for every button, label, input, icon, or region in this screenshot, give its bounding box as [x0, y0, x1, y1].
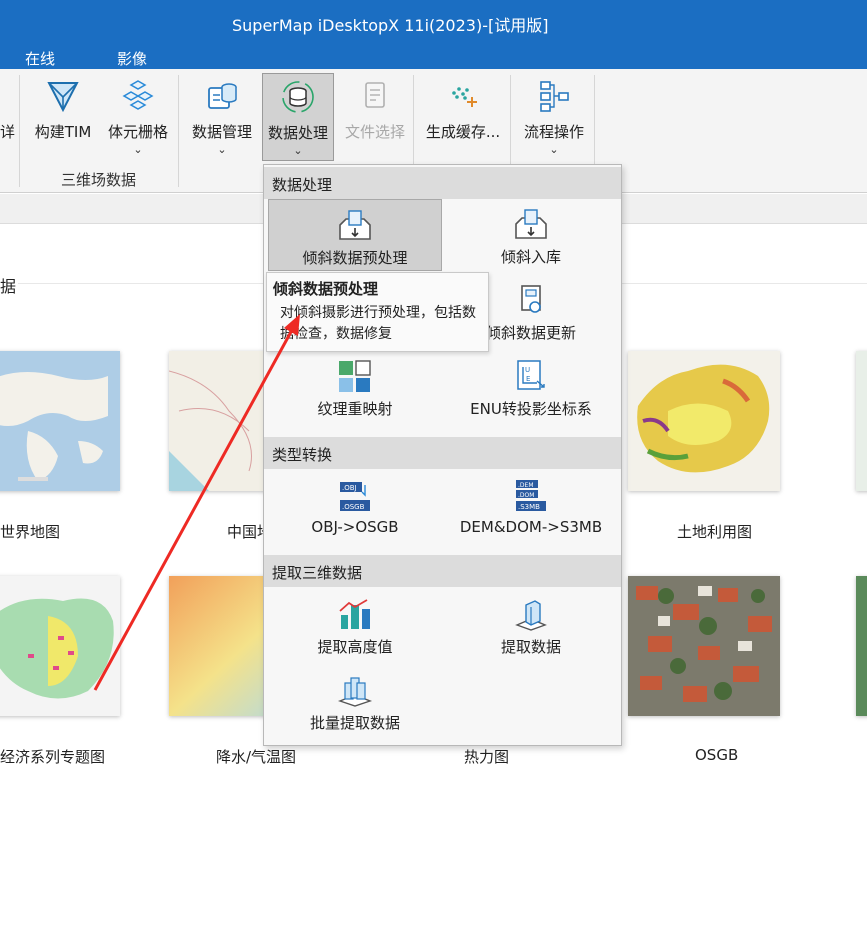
extract-data-label: 提取数据: [500, 638, 561, 656]
gen-cache-button[interactable]: 生成缓存...: [420, 73, 506, 161]
land-use-thumbnail[interactable]: [628, 351, 780, 491]
data-manage-icon: [208, 83, 237, 109]
dem-dom-s3mb-item[interactable]: .DEM .DOM .S3MB DEM&DOM->S3MB: [444, 471, 618, 543]
oblique-preprocess-icon: [339, 210, 371, 240]
menu-bar: 在线 影像: [0, 45, 867, 69]
file-select-label: 文件选择: [344, 123, 405, 141]
world-map-caption: 世界地图: [0, 523, 61, 541]
chevron-down-icon: ⌄: [217, 143, 227, 156]
texture-remap-label: 纹理重映射: [317, 400, 393, 418]
extract-data-icon: [515, 600, 547, 631]
osgb-icon-text: .OSGB: [342, 503, 365, 511]
dem-icon-text: .DEM: [518, 482, 534, 489]
title-bar: SuperMap iDesktopX 11i(2023)-[试用版]: [0, 0, 867, 45]
land-use-caption: 土地利用图: [677, 523, 753, 541]
section-header-extract: 提取三维数据: [264, 555, 621, 587]
batch-extract-label: 批量提取数据: [309, 714, 400, 732]
dem-dom-s3mb-icon: .DEM .DOM .S3MB: [516, 480, 546, 511]
texture-remap-item[interactable]: 纹理重映射: [268, 351, 442, 423]
dom-icon-text: .DOM: [518, 492, 534, 499]
data-process-dropdown: 数据处理 倾斜数据预处理 倾斜入库 倾斜数据更新 纹理重映射 UE ENU转投影…: [263, 164, 622, 746]
svg-text:E: E: [526, 375, 530, 383]
extract-height-label: 提取高度值: [317, 638, 393, 656]
oblique-import-item[interactable]: 倾斜入库: [444, 199, 618, 271]
data-manage-button[interactable]: 数据管理 ⌄: [187, 73, 257, 161]
oblique-preprocess-label: 倾斜数据预处理: [302, 249, 408, 267]
partial-thumbnail[interactable]: [856, 351, 867, 491]
file-select-icon: [365, 82, 385, 108]
osgb-image: [628, 576, 780, 716]
chevron-down-icon: ⌄: [133, 143, 143, 156]
tooltip-title: 倾斜数据预处理: [273, 280, 379, 298]
economy-thumbnail[interactable]: [0, 576, 120, 716]
texture-remap-icon: [339, 360, 371, 392]
flow-icon: [540, 81, 569, 112]
oblique-import-label: 倾斜入库: [500, 248, 561, 266]
group-separator: [178, 75, 179, 187]
build-tim-label: 构建TIM: [34, 123, 92, 141]
enu-transform-icon: UE: [517, 360, 545, 390]
s3mb-icon-text: .S3MB: [518, 503, 540, 511]
osgb-thumbnail[interactable]: [628, 576, 780, 716]
partial-thumbnail-2[interactable]: [856, 576, 867, 716]
obj-icon-text: .OBJ: [342, 484, 357, 492]
economy-caption: 经济系列专题图: [0, 748, 106, 766]
chevron-down-icon: ⌄: [549, 143, 559, 156]
land-use-image: [628, 351, 780, 491]
dem-dom-s3mb-label: DEM&DOM->S3MB: [459, 518, 603, 536]
extract-height-icon: [339, 599, 370, 629]
menu-imagery[interactable]: 影像: [117, 48, 147, 69]
section-header-process: 数据处理: [264, 167, 621, 199]
voxel-grid-button[interactable]: 体元栅格 ⌄: [102, 73, 174, 161]
batch-extract-item[interactable]: 批量提取数据: [268, 665, 442, 737]
batch-extract-icon: [337, 677, 373, 707]
obj-osgb-label: OBJ->OSGB: [311, 518, 399, 536]
menu-online[interactable]: 在线: [25, 48, 55, 69]
obj-osgb-item[interactable]: .OBJ .OSGB OBJ->OSGB: [268, 471, 442, 543]
build-tim-button[interactable]: 构建TIM: [28, 73, 98, 161]
window-title: SuperMap iDesktopX 11i(2023)-[试用版]: [232, 16, 549, 35]
group-label: 三维场数据: [61, 171, 137, 189]
obj-osgb-icon: .OBJ .OSGB: [340, 482, 370, 511]
svg-text:U: U: [525, 366, 530, 374]
section-header-convert: 类型转换: [264, 437, 621, 469]
file-select-button[interactable]: 文件选择: [339, 73, 411, 161]
enu-transform-item[interactable]: UE ENU转投影坐标系: [444, 351, 618, 423]
data-process-button[interactable]: 数据处理 ⌄: [262, 73, 334, 161]
flow-ops-button[interactable]: 流程操作 ⌄: [518, 73, 590, 161]
extract-data-item[interactable]: 提取数据: [444, 589, 618, 661]
tim-icon: [47, 82, 79, 113]
oblique-preprocess-item[interactable]: 倾斜数据预处理: [268, 199, 442, 271]
economy-map-image: [0, 576, 120, 716]
oblique-update-icon: [521, 285, 541, 313]
precip-temp-caption: 降水/气温图: [216, 748, 297, 766]
voxel-grid-label: 体元栅格: [107, 123, 168, 141]
section-heading: 据: [0, 277, 17, 296]
tooltip-description: 对倾斜摄影进行预处理，包括数据检查，数据修复: [280, 305, 476, 342]
chevron-down-icon: ⌄: [293, 144, 303, 157]
cache-points-icon: [452, 87, 477, 107]
oblique-import-icon: [515, 209, 547, 239]
flow-ops-label: 流程操作: [523, 123, 584, 141]
voxel-icon: [122, 80, 154, 110]
world-map-thumbnail[interactable]: [0, 351, 120, 491]
enu-transform-label: ENU转投影坐标系: [470, 400, 592, 418]
extract-height-item[interactable]: 提取高度值: [268, 589, 442, 661]
group-separator: [19, 75, 20, 187]
tooltip: 倾斜数据预处理 对倾斜摄影进行预处理，包括数据检查，数据修复: [266, 272, 489, 352]
osgb-caption: OSGB: [695, 746, 739, 764]
world-map-image: [0, 351, 120, 491]
ribbon-partial-label[interactable]: 详: [0, 121, 15, 142]
gen-cache-label: 生成缓存...: [425, 123, 501, 141]
data-process-label: 数据处理: [267, 124, 328, 142]
data-process-icon: [282, 81, 314, 113]
data-manage-label: 数据管理: [191, 123, 252, 141]
heat-map-caption: 热力图: [464, 748, 510, 766]
